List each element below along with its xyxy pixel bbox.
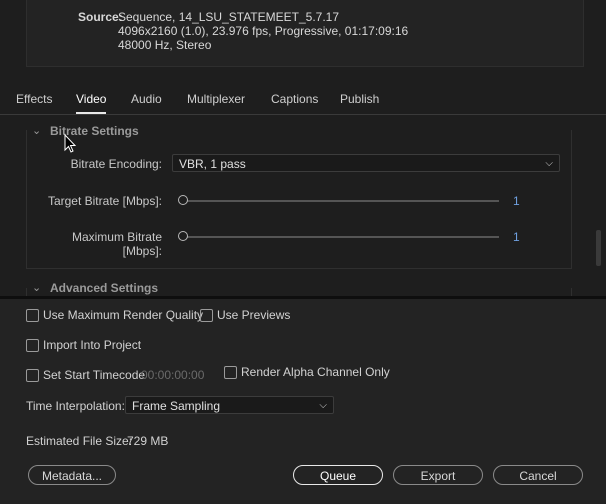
tab-multiplexer[interactable]: Multiplexer bbox=[187, 92, 245, 106]
maximum-bitrate-label: Maximum Bitrate [Mbps]: bbox=[71, 230, 162, 258]
metadata-button[interactable]: Metadata... bbox=[28, 465, 116, 485]
render-alpha-checkbox[interactable] bbox=[224, 366, 237, 379]
cancel-button[interactable]: Cancel bbox=[493, 465, 583, 485]
queue-button[interactable]: Queue bbox=[293, 465, 383, 485]
advanced-settings-title[interactable]: Advanced Settings bbox=[50, 281, 158, 295]
chevron-down-icon: ⌵ bbox=[319, 400, 327, 411]
source-sequence: Sequence, 14_LSU_STATEMEET_5.7.17 bbox=[118, 10, 340, 24]
target-bitrate-value[interactable]: 1 bbox=[513, 194, 520, 208]
bitrate-encoding-value: VBR, 1 pass bbox=[179, 157, 246, 171]
estimated-file-size-label: Estimated File Size: bbox=[26, 434, 133, 448]
set-start-timecode-label[interactable]: Set Start Timecode bbox=[43, 368, 145, 382]
bitrate-encoding-select[interactable]: VBR, 1 pass ⌵ bbox=[172, 154, 560, 172]
render-alpha-label[interactable]: Render Alpha Channel Only bbox=[241, 365, 390, 379]
source-label: Source: bbox=[78, 10, 123, 24]
start-timecode-field[interactable]: 00:00:00:00 bbox=[141, 368, 204, 382]
maximum-bitrate-slider-track[interactable] bbox=[183, 236, 499, 238]
target-bitrate-label: Target Bitrate [Mbps]: bbox=[47, 194, 162, 208]
tab-captions[interactable]: Captions bbox=[271, 92, 318, 106]
use-previews-label[interactable]: Use Previews bbox=[217, 308, 290, 322]
tab-audio[interactable]: Audio bbox=[131, 92, 162, 106]
import-into-project-label[interactable]: Import Into Project bbox=[43, 338, 141, 352]
max-render-quality-checkbox[interactable] bbox=[26, 309, 39, 322]
chevron-down-icon: ⌵ bbox=[545, 158, 553, 169]
tab-publish[interactable]: Publish bbox=[340, 92, 379, 106]
maximum-bitrate-value[interactable]: 1 bbox=[513, 230, 520, 244]
target-bitrate-slider-thumb[interactable] bbox=[178, 195, 188, 205]
tab-video[interactable]: Video bbox=[76, 92, 107, 114]
maximum-bitrate-slider-thumb[interactable] bbox=[178, 231, 188, 241]
use-previews-checkbox[interactable] bbox=[200, 309, 213, 322]
bitrate-encoding-label: Bitrate Encoding: bbox=[70, 157, 162, 171]
target-bitrate-slider-track[interactable] bbox=[183, 200, 499, 202]
time-interpolation-select[interactable]: Frame Sampling ⌵ bbox=[125, 396, 334, 414]
chevron-down-icon[interactable]: ⌄ bbox=[32, 124, 41, 137]
tab-effects[interactable]: Effects bbox=[16, 92, 52, 106]
estimated-file-size-value: 729 MB bbox=[127, 434, 169, 448]
source-audio-info: 48000 Hz, Stereo bbox=[118, 38, 212, 52]
time-interpolation-value: Frame Sampling bbox=[132, 399, 221, 413]
set-start-timecode-checkbox[interactable] bbox=[26, 369, 39, 382]
source-video-info: 4096x2160 (1.0), 23.976 fps, Progressive… bbox=[118, 24, 409, 38]
settings-tabs: Effects Video Audio Multiplexer Captions… bbox=[0, 84, 606, 115]
max-render-quality-label[interactable]: Use Maximum Render Quality bbox=[43, 308, 203, 322]
scrollbar-thumb[interactable] bbox=[596, 230, 601, 266]
export-button[interactable]: Export bbox=[393, 465, 483, 485]
import-into-project-checkbox[interactable] bbox=[26, 339, 39, 352]
mouse-cursor-icon bbox=[64, 134, 77, 153]
time-interpolation-label: Time Interpolation: bbox=[26, 399, 125, 413]
chevron-down-icon[interactable]: ⌄ bbox=[32, 281, 41, 294]
